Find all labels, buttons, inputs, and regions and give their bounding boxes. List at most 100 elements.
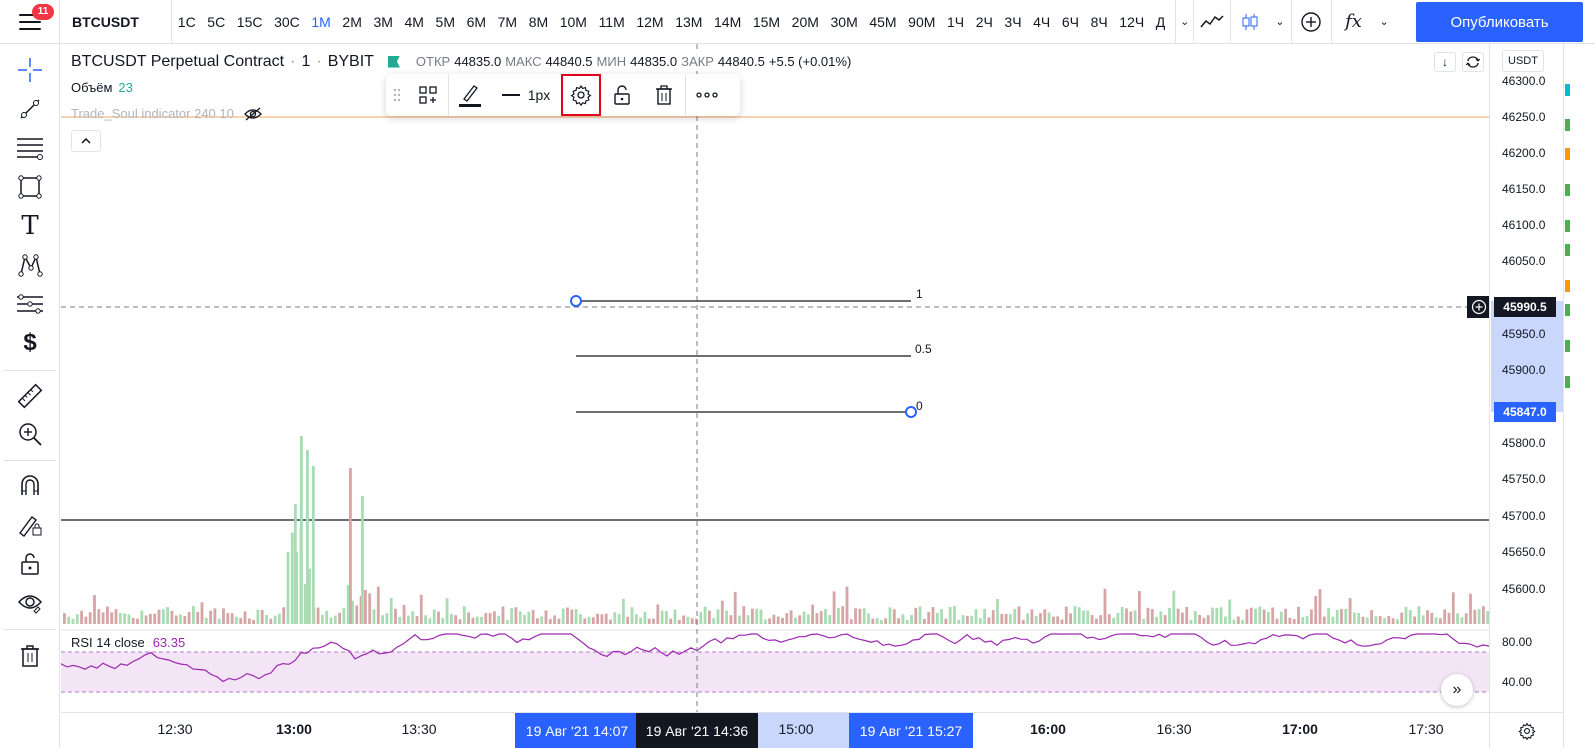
interval-button[interactable]: Д <box>1150 0 1171 44</box>
indicators-dropdown-chevron-icon[interactable]: ⌄ <box>1376 15 1393 28</box>
interval-button[interactable]: 7М <box>492 0 523 44</box>
watchlist-marker <box>1565 376 1570 388</box>
fib-start-handle[interactable] <box>570 295 582 307</box>
interval-dropdown-chevron-icon[interactable]: ⌄ <box>1176 15 1193 28</box>
interval-button[interactable]: 1Ч <box>941 0 970 44</box>
price-axis[interactable]: USDT 46300.0 46250.0 46200.0 46150.0 46100.0… <box>1489 44 1563 712</box>
lock-drawing-pencil-icon[interactable] <box>14 509 46 541</box>
chart-pane[interactable]: 1 0.5 0 BTCUSDT Perpetual Contract · 1 ·… <box>61 44 1489 712</box>
zoom-in-icon[interactable] <box>14 418 46 450</box>
interval-button[interactable]: 1С <box>172 0 202 44</box>
collapse-legend-button[interactable] <box>71 130 101 152</box>
interval-button[interactable]: 90М <box>902 0 941 44</box>
volume-bar <box>772 614 776 624</box>
ruler-measure-icon[interactable] <box>14 380 46 412</box>
rsi-legend[interactable]: RSI 14 close 63.35 <box>71 635 185 650</box>
interval-button[interactable]: 4Ч <box>1027 0 1056 44</box>
interval-button[interactable]: 14М <box>708 0 747 44</box>
rectangle-shape-icon[interactable] <box>14 171 46 203</box>
interval-button[interactable]: 2М <box>337 0 368 44</box>
prediction-tool-icon[interactable] <box>14 288 46 320</box>
candles-chart-type-icon[interactable] <box>1231 0 1269 44</box>
volume-bar <box>1009 614 1012 624</box>
add-alert-plus-icon[interactable] <box>1467 296 1491 318</box>
volume-bar <box>686 616 690 624</box>
interval-button[interactable]: 3М <box>368 0 399 44</box>
interval-button[interactable]: 6М <box>461 0 492 44</box>
interval-button[interactable]: 3Ч <box>999 0 1028 44</box>
line-width-button[interactable]: 1px <box>491 74 561 116</box>
drag-handle-icon[interactable] <box>386 74 408 116</box>
line-color-pencil-icon[interactable] <box>449 74 491 116</box>
interval-button[interactable]: 12Ч <box>1114 0 1151 44</box>
interval-button[interactable]: 11М <box>593 0 631 44</box>
dollar-icon[interactable]: $ <box>14 327 46 359</box>
interval-button[interactable]: 1М <box>306 0 337 44</box>
compare-add-icon[interactable] <box>1292 0 1332 44</box>
interval-button[interactable]: 20М <box>786 0 825 44</box>
volume-bar <box>596 613 599 624</box>
interval-button[interactable]: 13М <box>669 0 708 44</box>
volume-bar <box>910 615 913 624</box>
watchlist-marker <box>1565 148 1570 160</box>
unlock-icon[interactable] <box>601 74 643 116</box>
interval-button[interactable]: 5М <box>430 0 461 44</box>
chart-type-dropdown-chevron-icon[interactable]: ⌄ <box>1269 0 1292 44</box>
interval-button[interactable]: 15М <box>747 0 786 44</box>
interval-button[interactable]: 10М <box>554 0 593 44</box>
open-value: 44835.0 <box>454 54 502 69</box>
legend-title[interactable]: BTCUSDT Perpetual Contract <box>71 53 284 71</box>
volume-bar <box>1107 614 1111 624</box>
volume-bar <box>690 618 694 624</box>
interval-button[interactable]: 2Ч <box>970 0 999 44</box>
more-options-icon[interactable] <box>686 74 728 116</box>
volume-bar <box>927 611 931 624</box>
scroll-to-realtime-icon[interactable]: » <box>1441 674 1473 706</box>
pattern-tool-icon[interactable] <box>14 249 46 281</box>
scroll-down-arrow-icon[interactable]: ↓ <box>1434 52 1456 72</box>
volume-bar <box>1133 610 1137 624</box>
trend-line-icon[interactable] <box>14 93 46 125</box>
indicators-fx-icon[interactable]: fx <box>1332 0 1376 44</box>
templates-icon[interactable] <box>408 74 448 116</box>
reset-chart-icon[interactable] <box>1462 52 1484 72</box>
interval-button[interactable]: 15С <box>231 0 268 44</box>
main-menu-button[interactable]: 11 <box>0 0 60 44</box>
currency-button[interactable]: USDT <box>1502 50 1544 72</box>
interval-button[interactable]: 30М <box>825 0 864 44</box>
fib-retracement-drawing[interactable] <box>570 295 917 418</box>
time-axis[interactable]: 19 Авг '21 14:07 19 Авг '21 15:27 12:30 1… <box>61 712 1489 748</box>
interval-button[interactable]: 45М <box>864 0 903 44</box>
volume-bar <box>1249 607 1253 624</box>
interval-button[interactable]: 6Ч <box>1056 0 1085 44</box>
volume-bar <box>768 618 771 624</box>
hidden-eye-icon[interactable] <box>243 107 262 121</box>
text-tool-icon[interactable]: T <box>14 210 46 242</box>
magnet-icon[interactable] <box>14 470 46 502</box>
volume-legend[interactable]: Объём 23 <box>71 80 133 95</box>
interval-button[interactable]: 8М <box>523 0 554 44</box>
interval-button[interactable]: 4М <box>399 0 430 44</box>
settings-gear-icon[interactable] <box>561 74 601 116</box>
line-chart-type-icon[interactable] <box>1193 0 1232 44</box>
interval-button[interactable]: 5С <box>202 0 232 44</box>
trash-remove-drawings-icon[interactable] <box>14 640 46 672</box>
fib-end-handle[interactable] <box>905 406 917 418</box>
fib-retracement-icon[interactable] <box>14 132 46 164</box>
volume-bar <box>867 613 870 624</box>
volume-bar <box>1228 599 1232 624</box>
interval-button[interactable]: 12М <box>631 0 670 44</box>
hide-drawings-eye-icon[interactable] <box>14 587 46 619</box>
delete-trash-icon[interactable] <box>643 74 685 116</box>
volume-bar <box>1314 595 1318 624</box>
lock-all-drawings-icon[interactable] <box>14 548 46 580</box>
interval-button[interactable]: 8Ч <box>1085 0 1114 44</box>
crosshair-icon[interactable] <box>14 54 46 86</box>
symbol-search-button[interactable]: BTCUSDT <box>60 0 172 44</box>
publish-button[interactable]: Опубликовать <box>1416 2 1583 42</box>
chart-settings-gear-icon[interactable] <box>1489 712 1563 748</box>
indicator-legend[interactable]: Trade_Soul indicator 240 10 <box>71 106 262 121</box>
interval-button[interactable]: 30С <box>268 0 305 44</box>
volume-bar <box>591 617 595 624</box>
chevron-up-icon <box>81 138 91 144</box>
